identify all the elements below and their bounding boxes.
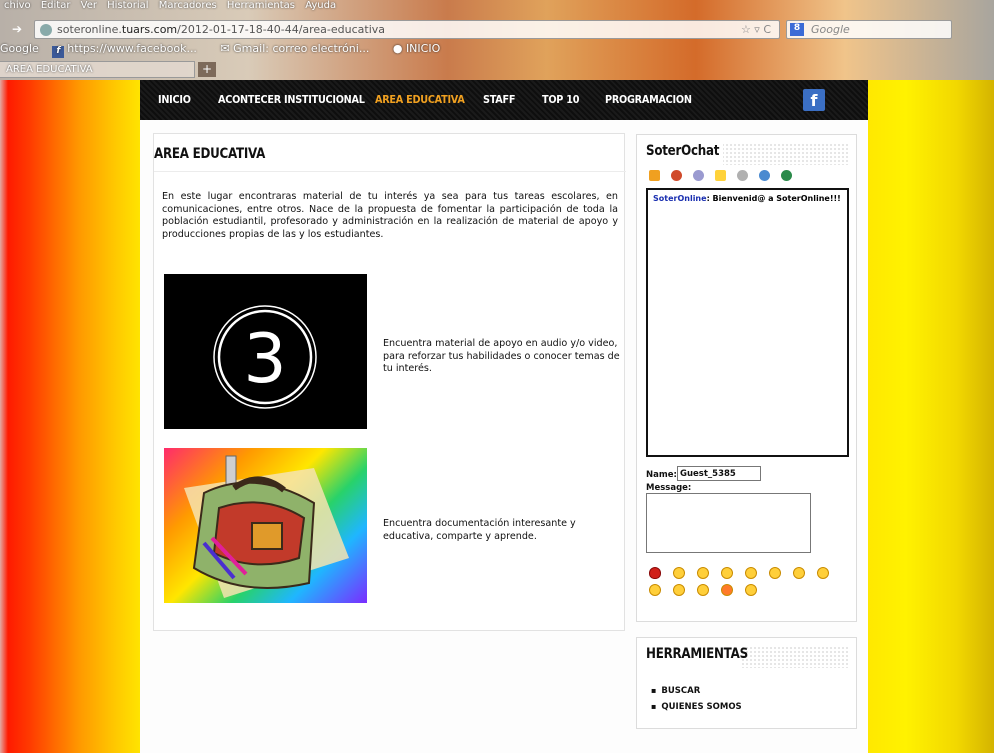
bookmark-facebook[interactable]: f https://www.facebook... — [52, 42, 207, 58]
page-background-left — [0, 80, 140, 753]
chat-title: SoterOchat — [646, 143, 720, 159]
bookmark-google[interactable]: Google — [0, 42, 39, 55]
browser-menubar: chivo Editar Ver Historial Marcadores He… — [0, 0, 994, 14]
main-nav: INICIO ACONTECER INSTITUCIONAL AREA EDUC… — [140, 80, 868, 120]
sad-icon[interactable] — [697, 567, 709, 579]
bookmark-inicio[interactable]: ● INICIO — [393, 42, 450, 55]
heart-icon[interactable] — [649, 567, 661, 579]
countdown-image: 3 — [164, 274, 367, 429]
cool-icon[interactable] — [673, 584, 685, 596]
sleepy-icon[interactable] — [745, 584, 757, 596]
search-placeholder: Google — [811, 23, 850, 36]
main-content: AREA EDUCATIVA En este lugar encontraras… — [153, 133, 626, 631]
url-row: ➔ soteronline.tuars.com/2012-01-17-18-40… — [0, 18, 994, 40]
chat-message-text: : Bienvenid@ a SoterOnline!!! — [706, 194, 841, 203]
chat-message-user: SoterOnline — [653, 194, 707, 203]
name-label: Name: — [646, 470, 677, 480]
blush-icon[interactable] — [697, 584, 709, 596]
nav-inicio[interactable]: INICIO — [158, 93, 191, 106]
nav-programacion[interactable]: PROGRAMACION — [605, 93, 692, 106]
google-search-icon: 8 — [790, 23, 804, 36]
page-background-right — [868, 80, 994, 753]
confused-icon[interactable] — [649, 584, 661, 596]
chat-globe-icon[interactable] — [781, 170, 792, 181]
angry-icon[interactable] — [721, 584, 733, 596]
menu-herramientas[interactable]: Herramientas — [227, 0, 295, 11]
bookmark-gmail-label: Gmail: correo electróni... — [233, 42, 370, 55]
menu-ayuda[interactable]: Ayuda — [305, 0, 336, 11]
tools-list: BUSCAR QUIENES SOMOS — [651, 686, 742, 718]
tool-buscar[interactable]: BUSCAR — [651, 686, 742, 696]
menu-historial[interactable]: Historial — [107, 0, 148, 11]
nav-staff[interactable]: STAFF — [483, 93, 515, 106]
url-path: /2012-01-17-18-40-44/area-educativa — [177, 23, 386, 36]
nav-acontecer-institucional[interactable]: ACONTECER INSTITUCIONAL — [218, 93, 365, 106]
menu-marcadores[interactable]: Marcadores — [159, 0, 217, 11]
chat-smiley-icon[interactable] — [715, 170, 726, 181]
surprised-icon[interactable] — [793, 567, 805, 579]
menu-archivo[interactable]: chivo — [4, 0, 31, 11]
video-thumbnail[interactable]: 3 — [164, 274, 367, 429]
page-title: AREA EDUCATIVA — [154, 146, 266, 162]
name-field[interactable] — [677, 466, 761, 481]
bookmarks-bar: Google f https://www.facebook... ✉ Gmail:… — [0, 42, 994, 58]
nav-area-educativa[interactable]: AREA EDUCATIVA — [375, 93, 465, 106]
neutral-icon[interactable] — [769, 567, 781, 579]
video-section-text: Encuentra material de apoyo en audio y/o… — [383, 338, 620, 374]
docs-section-text: Encuentra documentación interesante y ed… — [383, 518, 576, 542]
tongue-icon[interactable] — [745, 567, 757, 579]
nav-top-10[interactable]: TOP 10 — [542, 93, 579, 106]
wink-icon[interactable] — [817, 567, 829, 579]
facebook-icon: f — [52, 46, 65, 58]
forward-arrow-icon[interactable]: ➔ — [12, 22, 28, 36]
chat-sound-icon[interactable] — [737, 170, 748, 181]
globe-icon — [40, 24, 52, 36]
message-input[interactable] — [646, 493, 811, 553]
bookmark-gmail[interactable]: ✉ Gmail: correo electróni... — [220, 42, 379, 55]
search-input[interactable]: 8 Google — [786, 20, 952, 39]
menu-editar[interactable]: Editar — [41, 0, 71, 11]
chat-message: SoterOnline: Bienvenid@ a SoterOnline!!! — [653, 194, 841, 203]
chat-widget: SoterOchat SoterOnline: Bienvenid@ a Sot… — [636, 134, 857, 622]
message-label: Message: — [646, 483, 692, 493]
chat-history-icon[interactable] — [649, 170, 660, 181]
address-bar[interactable]: soteronline.tuars.com/2012-01-17-18-40-4… — [34, 20, 780, 39]
tools-title: HERRAMIENTAS — [646, 646, 748, 662]
chat-messages[interactable]: SoterOnline: Bienvenid@ a SoterOnline!!! — [646, 188, 849, 457]
facebook-icon[interactable]: f — [803, 89, 825, 111]
bookmark-inicio-label: INICIO — [405, 42, 441, 55]
chat-color-icon[interactable] — [671, 170, 682, 181]
tab-area-educativa[interactable]: AREA EDUCATIVA — [0, 61, 195, 78]
countdown-number: 3 — [243, 320, 286, 399]
tools-widget: HERRAMIENTAS BUSCAR QUIENES SOMOS — [636, 637, 857, 729]
new-tab-button[interactable]: + — [198, 62, 216, 77]
browser-chrome: chivo Editar Ver Historial Marcadores He… — [0, 0, 994, 80]
tool-quienes-somos[interactable]: QUIENES SOMOS — [651, 702, 741, 712]
grin-icon[interactable] — [721, 567, 733, 579]
intro-text: En este lugar encontraras material de tu… — [162, 191, 618, 240]
url-prefix: soteronline. — [57, 23, 122, 36]
bookmark-facebook-label: https://www.facebook... — [67, 42, 197, 55]
bookmark-star-icon[interactable]: ☆ ▿ C — [741, 23, 771, 36]
chat-settings-icon[interactable] — [693, 170, 704, 181]
backpack-illustration — [184, 455, 349, 598]
chat-help-icon[interactable] — [759, 170, 770, 181]
tab-row: AREA EDUCATIVA + — [0, 61, 994, 79]
url-domain: tuars.com — [121, 23, 178, 36]
backpack-image[interactable] — [164, 448, 367, 603]
smile-icon[interactable] — [673, 567, 685, 579]
title-divider — [154, 171, 626, 172]
menu-ver[interactable]: Ver — [81, 0, 97, 11]
